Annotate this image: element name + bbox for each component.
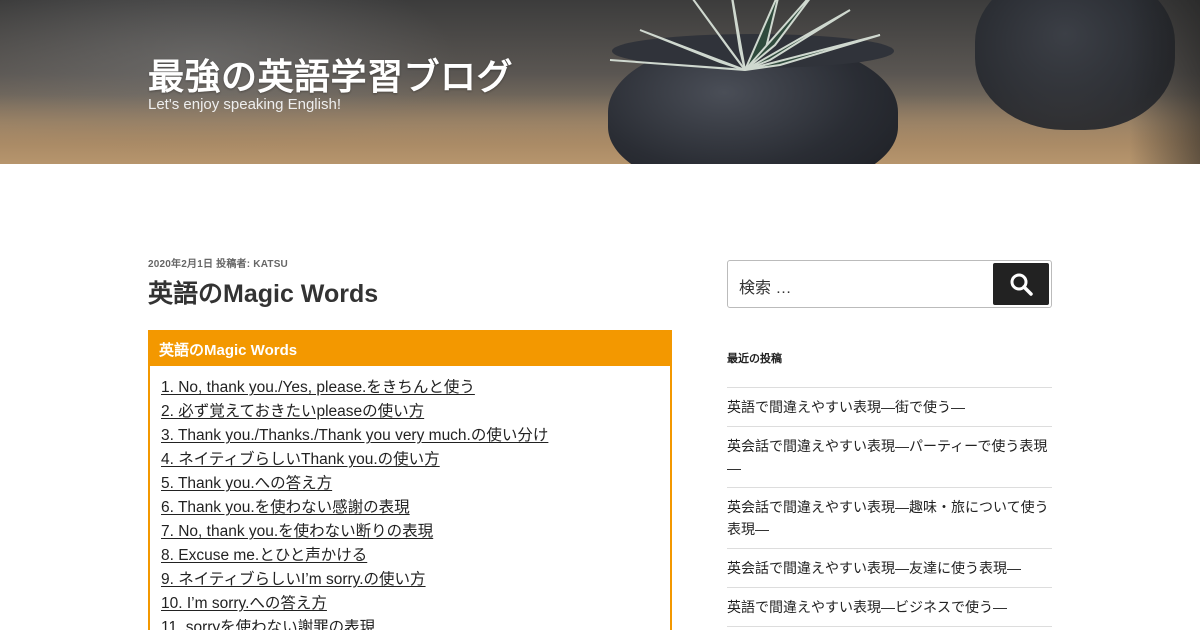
toc-item: 10. I’m sorry.への答え方 xyxy=(161,592,659,616)
toc-link-1[interactable]: 1. No, thank you./Yes, please.をきちんと使う xyxy=(161,379,475,396)
search-input[interactable]: 検索 … xyxy=(739,274,791,298)
toc-item: 5. Thank you.への答え方 xyxy=(161,472,659,496)
recent-post-link-4[interactable]: 英会話で間違えやすい表現―友達に使う表現― xyxy=(727,560,1021,576)
list-item: 英会話で間違えやすい表現―パーティーで使う表現― xyxy=(727,426,1052,487)
post-title: 英語のMagic Words xyxy=(148,280,379,308)
list-item: 英語で間違えやすい表現―ビジネスで使う― xyxy=(727,587,1052,627)
toc-heading: 英語のMagic Words xyxy=(150,332,670,366)
toc-item: 6. Thank you.を使わない感謝の表現 xyxy=(161,496,659,520)
toc-item: 11. sorryを使わない謝罪の表現 xyxy=(161,616,659,630)
toc-link-5[interactable]: 5. Thank you.への答え方 xyxy=(161,475,332,492)
toc-item: 1. No, thank you./Yes, please.をきちんと使う xyxy=(161,376,659,400)
toc-item: 3. Thank you./Thanks./Thank you very muc… xyxy=(161,424,659,448)
recent-posts-list: 英語で間違えやすい表現―街で使う― 英会話で間違えやすい表現―パーティーで使う表… xyxy=(727,387,1052,627)
toc-item: 9. ネイティブらしいI’m sorry.の使い方 xyxy=(161,568,659,592)
list-item: 英会話で間違えやすい表現―友達に使う表現― xyxy=(727,548,1052,587)
list-item: 英会話で間違えやすい表現―趣味・旅について使う表現― xyxy=(727,487,1052,548)
toc-link-10[interactable]: 10. I’m sorry.への答え方 xyxy=(161,595,327,612)
toc-item: 2. 必ず覚えておきたいpleaseの使い方 xyxy=(161,400,659,424)
toc-link-3[interactable]: 3. Thank you./Thanks./Thank you very muc… xyxy=(161,427,548,444)
toc-list: 1. No, thank you./Yes, please.をきちんと使う 2.… xyxy=(150,366,670,630)
toc-item: 7. No, thank you.を使わない断りの表現 xyxy=(161,520,659,544)
table-of-contents: 英語のMagic Words 1. No, thank you./Yes, pl… xyxy=(148,330,672,630)
search-form: 検索 … xyxy=(727,260,1052,308)
plant-leaves-image xyxy=(609,0,881,71)
toc-link-8[interactable]: 8. Excuse me.とひと声かける xyxy=(161,547,367,564)
post-meta: 2020年2月1日 投稿者: katsu xyxy=(148,255,288,270)
recent-post-link-3[interactable]: 英会話で間違えやすい表現―趣味・旅について使う表現― xyxy=(727,499,1049,537)
header-edge-shade xyxy=(1130,0,1200,164)
recent-post-link-1[interactable]: 英語で間違えやすい表現―街で使う― xyxy=(727,399,965,415)
post-date[interactable]: 2020年2月1日 xyxy=(148,259,213,270)
toc-link-11[interactable]: 11. sorryを使わない謝罪の表現 xyxy=(161,619,375,630)
recent-posts-title: 最近の投稿 xyxy=(727,353,782,365)
search-button[interactable] xyxy=(993,263,1049,305)
search-icon xyxy=(1010,273,1033,296)
toc-link-6[interactable]: 6. Thank you.を使わない感謝の表現 xyxy=(161,499,410,516)
toc-link-4[interactable]: 4. ネイティブらしいThank you.の使い方 xyxy=(161,451,440,468)
toc-link-7[interactable]: 7. No, thank you.を使わない断りの表現 xyxy=(161,523,433,540)
post-author[interactable]: katsu xyxy=(253,259,288,270)
toc-link-2[interactable]: 2. 必ず覚えておきたいpleaseの使い方 xyxy=(161,403,424,420)
site-header: 最強の英語学習ブログ Let's enjoy speaking English! xyxy=(0,0,1200,164)
recent-post-link-2[interactable]: 英会話で間違えやすい表現―パーティーで使う表現― xyxy=(727,438,1047,476)
toc-link-9[interactable]: 9. ネイティブらしいI’m sorry.の使い方 xyxy=(161,571,426,588)
site-title[interactable]: 最強の英語学習ブログ xyxy=(148,48,513,100)
toc-item: 8. Excuse me.とひと声かける xyxy=(161,544,659,568)
toc-item: 4. ネイティブらしいThank you.の使い方 xyxy=(161,448,659,472)
recent-post-link-5[interactable]: 英語で間違えやすい表現―ビジネスで使う― xyxy=(727,599,1007,615)
author-label: 投稿者: xyxy=(216,259,251,270)
site-description: Let's enjoy speaking English! xyxy=(148,96,341,113)
list-item: 英語で間違えやすい表現―街で使う― xyxy=(727,387,1052,426)
